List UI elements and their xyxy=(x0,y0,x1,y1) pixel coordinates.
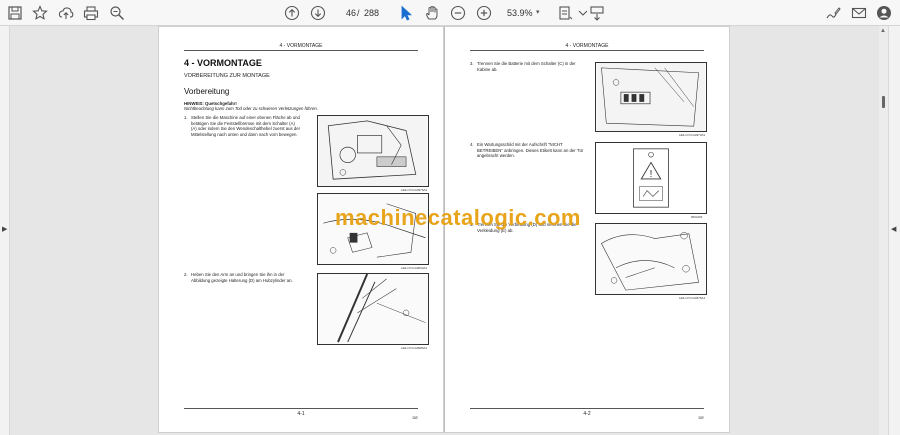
step-text: Ein Wartungsschild mit der Aufschrift "N… xyxy=(477,142,584,158)
page-down-icon[interactable] xyxy=(309,4,327,22)
expand-right-panel-icon[interactable]: ◀ xyxy=(891,225,896,233)
footer-rule xyxy=(470,408,704,409)
scroll-up-arrow-icon[interactable]: ▲ xyxy=(880,28,886,34)
page-footer-language: DE xyxy=(412,415,418,420)
upload-icon[interactable] xyxy=(57,4,75,22)
page-header: 4 - VORMONTAGE xyxy=(279,43,323,49)
watermark-text: machinecatalogic.com xyxy=(335,205,581,230)
page-footer-number: 4-1 xyxy=(297,411,305,417)
step-number: 3. xyxy=(470,61,474,66)
step-text: Stellen Sie die Maschine auf einer ebene… xyxy=(191,115,301,137)
fit-page-icon[interactable] xyxy=(556,4,574,22)
cursor-icon[interactable] xyxy=(397,4,415,22)
scrollbar-thumb[interactable] xyxy=(882,96,885,108)
section-title: Vorbereitung xyxy=(184,87,230,96)
account-icon[interactable] xyxy=(875,4,893,22)
page-header: 4 - VORMONTAGE xyxy=(565,43,609,49)
zoom-in-icon[interactable] xyxy=(475,4,493,22)
chevron-down-icon[interactable]: ▾ xyxy=(536,5,540,21)
page-footer-language: DE xyxy=(698,415,704,420)
step-number: 4. xyxy=(470,142,474,147)
step-number: 1. xyxy=(184,115,188,120)
figure-warning-tag: ! xyxy=(595,142,707,214)
figure-caption: LEIL17CCA0085A1 xyxy=(401,346,428,350)
header-rule xyxy=(470,50,704,51)
step-text: Trennen Sie die Batterie mit dem Schalte… xyxy=(477,61,576,72)
hand-icon[interactable] xyxy=(423,4,441,22)
figure-cab-controls xyxy=(317,115,429,187)
save-icon[interactable] xyxy=(6,4,24,22)
sign-icon[interactable] xyxy=(824,4,842,22)
step-text: Heben Sie den Arm an und bringen Sie ihn… xyxy=(191,272,293,283)
page-separator: / xyxy=(357,8,360,18)
mail-icon[interactable] xyxy=(850,4,868,22)
bookmark-star-icon[interactable] xyxy=(31,4,49,22)
figure-caption: LEIL17CCA0373A1 xyxy=(679,133,706,137)
figure-battery-switch xyxy=(595,62,707,132)
footer-rule xyxy=(184,408,418,409)
figure-caption: RPH003 xyxy=(691,215,703,219)
chapter-title: 4 - VORMONTAGE xyxy=(184,58,262,68)
toolbar: 46 / 288 53.9% ▾ xyxy=(0,0,900,26)
step-number: 2. xyxy=(184,272,188,277)
print-icon[interactable] xyxy=(82,4,100,22)
figure-caption: LEIL17CCA0375A1 xyxy=(679,296,706,300)
svg-text:!: ! xyxy=(650,169,653,180)
figure-lift-cylinder xyxy=(317,273,429,345)
expand-left-panel-icon[interactable]: ▶ xyxy=(2,225,7,233)
vertical-scrollbar[interactable] xyxy=(879,26,888,435)
figure-caption: LEIL17CCA0376A1 xyxy=(401,188,428,192)
zoom-search-icon[interactable] xyxy=(108,4,126,22)
note-text: Nichtbeachtung kann zum Tod oder zu schw… xyxy=(184,106,318,111)
figure-caption: LEIL17CCA0004A1 xyxy=(401,266,428,270)
figure-panel-cover xyxy=(595,223,707,295)
header-rule xyxy=(184,50,418,51)
page-footer-number: 4-2 xyxy=(583,411,591,417)
chapter-subtitle: VORBEREITUNG ZUR MONTAGE xyxy=(184,73,270,79)
total-pages: 288 xyxy=(364,8,380,18)
current-page-input[interactable]: 46 xyxy=(334,5,356,21)
zoom-out-icon[interactable] xyxy=(449,4,467,22)
page-up-icon[interactable] xyxy=(283,4,301,22)
scroll-mode-icon[interactable] xyxy=(588,4,606,22)
